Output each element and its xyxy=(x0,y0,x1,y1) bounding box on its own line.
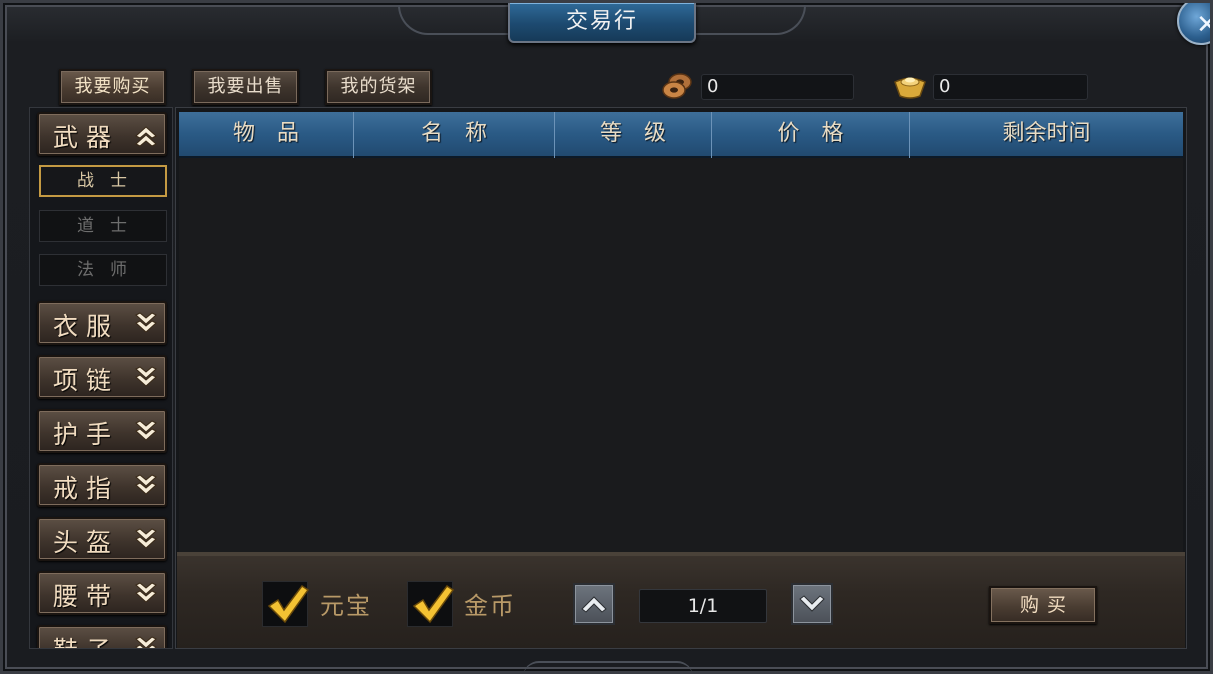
category-weapon[interactable]: 武器 xyxy=(37,112,167,156)
tab-my-shelf[interactable]: 我的货架 xyxy=(325,69,432,105)
chevron-down-icon xyxy=(135,528,157,549)
category-ring[interactable]: 戒指 xyxy=(37,463,167,507)
category-gloves[interactable]: 护手 xyxy=(37,409,167,453)
column-header-price[interactable]: 价 格 xyxy=(712,112,910,158)
subcategory-mage[interactable]: 法师 xyxy=(39,254,167,286)
table-body xyxy=(179,158,1183,552)
title-ornament-left xyxy=(398,5,508,35)
gold-label: 金币 xyxy=(464,592,516,620)
category-label: 项链 xyxy=(53,366,120,395)
table-header: 物 品 名 称 等 级 价 格 剩余时间 xyxy=(179,112,1183,158)
category-label: 衣服 xyxy=(53,312,120,341)
title-ornament-right xyxy=(696,5,806,35)
category-sidebar: 武器 战士 道士 法师 衣服 项链 护手 戒指 头盔 腰带 xyxy=(29,107,173,649)
trading-house-window: 交易行 ✕ 我要购买 我要出售 我的货架 0 0 武器 战士 道士 法师 衣服 xyxy=(0,0,1213,674)
arrow-down-icon xyxy=(799,595,825,612)
tab-buy[interactable]: 我要购买 xyxy=(59,69,166,105)
yuanbao-label: 元宝 xyxy=(320,592,372,620)
listing-table: 物 品 名 称 等 级 价 格 剩余时间 元宝 金币 1/1 购买 xyxy=(175,107,1187,649)
category-clothes[interactable]: 衣服 xyxy=(37,301,167,345)
category-label: 护手 xyxy=(53,420,120,449)
page-indicator: 1/1 xyxy=(639,589,767,623)
chevron-up-icon xyxy=(135,126,157,147)
gold-ingot-icon xyxy=(894,77,926,99)
column-header-name[interactable]: 名 称 xyxy=(354,112,555,158)
chevron-down-icon xyxy=(135,582,157,603)
ingot-balance: 0 xyxy=(933,74,1088,100)
chevron-down-icon xyxy=(135,312,157,333)
category-label: 戒指 xyxy=(53,474,120,503)
prev-page-button[interactable] xyxy=(573,583,615,625)
close-button[interactable]: ✕ xyxy=(1177,3,1210,45)
tab-sell[interactable]: 我要出售 xyxy=(192,69,299,105)
category-necklace[interactable]: 项链 xyxy=(37,355,167,399)
arrow-up-icon xyxy=(581,596,607,613)
subcategory-warrior[interactable]: 战士 xyxy=(39,165,167,197)
checkmark-icon xyxy=(267,584,310,624)
chevron-down-icon xyxy=(135,474,157,495)
window-title: 交易行 xyxy=(508,3,696,43)
category-label: 腰带 xyxy=(53,582,120,611)
chevron-down-icon xyxy=(135,420,157,441)
next-page-button[interactable] xyxy=(791,583,833,625)
close-icon: ✕ xyxy=(1196,3,1210,49)
gold-checkbox[interactable] xyxy=(407,581,455,627)
category-label: 鞋子 xyxy=(53,631,119,648)
buy-button[interactable]: 购买 xyxy=(989,586,1097,624)
column-header-level[interactable]: 等 级 xyxy=(555,112,712,158)
yuanbao-checkbox[interactable] xyxy=(262,581,310,627)
bottom-ornament xyxy=(523,661,693,671)
category-label: 武器 xyxy=(53,123,120,152)
category-shoes[interactable]: 鞋子 xyxy=(37,625,167,648)
table-footer: 元宝 金币 1/1 购买 xyxy=(177,552,1185,648)
category-helmet[interactable]: 头盔 xyxy=(37,517,167,561)
chevron-down-icon xyxy=(135,366,157,387)
category-belt[interactable]: 腰带 xyxy=(37,571,167,615)
category-label: 头盔 xyxy=(53,528,120,557)
copper-balance: 0 xyxy=(701,74,854,100)
column-header-time-left[interactable]: 剩余时间 xyxy=(910,112,1183,158)
column-header-item[interactable]: 物 品 xyxy=(179,112,354,158)
copper-coin-icon xyxy=(662,73,692,99)
subcategory-taoist[interactable]: 道士 xyxy=(39,210,167,242)
checkmark-icon xyxy=(412,584,455,624)
chevron-down-icon xyxy=(135,636,157,648)
